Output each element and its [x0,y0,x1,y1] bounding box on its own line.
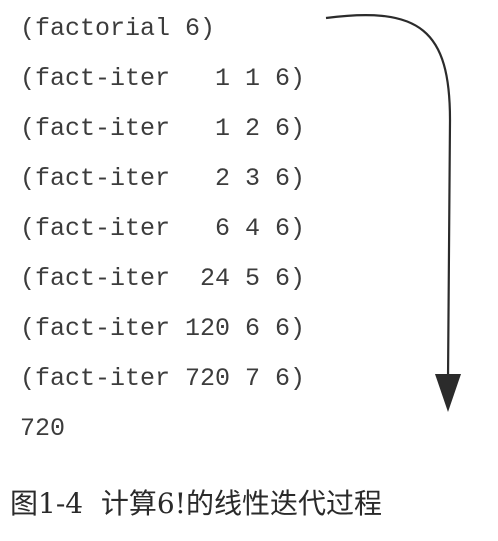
figure-caption: 图1-4 计算6!的线性迭代过程 [10,487,382,520]
curved-down-arrow-icon [325,14,461,412]
arrow-shaft [325,14,452,381]
arrow-head [435,374,461,412]
